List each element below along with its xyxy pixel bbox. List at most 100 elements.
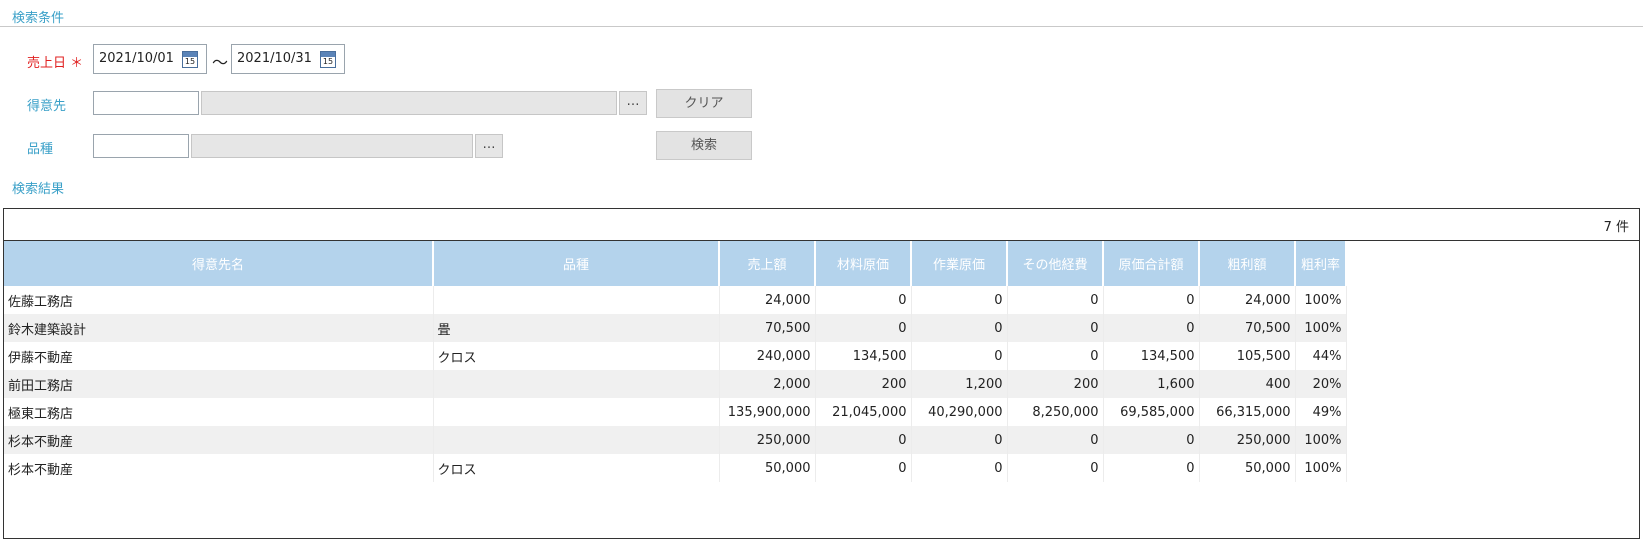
table-row[interactable]: 極東工務店 135,900,000 21,045,000 40,290,000 8,25… [4, 398, 1347, 426]
table-cell: 0 [815, 454, 912, 482]
calendar-icon-day: 15 [184, 57, 196, 66]
calendar-icon[interactable]: 15 [320, 51, 336, 68]
results-table: 得意先名 品種 売上額 材料原価 作業原価 その他経費 原価合計額 粗利額 粗利率 佐藤工務店 2… [4, 241, 1347, 482]
column-header[interactable]: 材料原価 [815, 241, 912, 286]
table-cell: 24,000 [1199, 286, 1296, 314]
table-cell: 0 [911, 342, 1008, 370]
table-cell: 135,900,000 [719, 398, 816, 426]
table-cell: 100% [1295, 314, 1347, 342]
table-cell: 2,000 [719, 370, 816, 398]
clear-button[interactable]: クリア [656, 89, 752, 118]
table-cell: 100% [1295, 286, 1347, 314]
table-cell: 70,500 [719, 314, 816, 342]
table-cell: 100% [1295, 454, 1347, 482]
table-cell: 畳 [433, 314, 720, 342]
sales-date-label-text: 売上日 [27, 56, 67, 71]
table-cell: 105,500 [1199, 342, 1296, 370]
table-cell: 200 [1007, 370, 1104, 398]
table-cell: 0 [815, 286, 912, 314]
table-cell: 134,500 [815, 342, 912, 370]
table-cell: 50,000 [1199, 454, 1296, 482]
table-cell: 伊藤不動産 [4, 342, 434, 370]
product-lookup-button[interactable]: … [475, 134, 503, 158]
calendar-icon[interactable]: 15 [182, 51, 198, 68]
table-cell: 0 [1103, 454, 1200, 482]
table-cell: 20% [1295, 370, 1347, 398]
date-range-separator: ～ [212, 53, 229, 72]
table-cell: 400 [1199, 370, 1296, 398]
search-results-title: 検索結果 [12, 182, 65, 197]
section-divider [0, 26, 1643, 27]
table-cell: 0 [1007, 426, 1104, 454]
column-header[interactable]: 品種 [433, 241, 720, 286]
column-header[interactable]: 粗利額 [1199, 241, 1296, 286]
table-cell: 200 [815, 370, 912, 398]
table-cell: 1,200 [911, 370, 1008, 398]
table-cell: 0 [911, 426, 1008, 454]
customer-lookup-button[interactable]: … [619, 91, 647, 115]
table-cell: クロス [433, 454, 720, 482]
table-body: 佐藤工務店 24,000 0 0 0 0 24,000 100% 鈴木建築設計畳 70,500 0 0… [4, 286, 1347, 482]
table-row[interactable]: 杉本不動産 250,000 0 0 0 0 250,000 100% [4, 426, 1347, 454]
results-panel: 7 件 得意先名 品種 売上額 材料原価 作業原価 その他経費 原価合計額 粗利額 粗利率 佐藤… [3, 208, 1640, 539]
result-count-value: 7 [1603, 220, 1612, 235]
table-cell: 0 [1007, 342, 1104, 370]
customer-name-field [201, 91, 617, 115]
result-count: 7 件 [1604, 216, 1629, 235]
product-code-input[interactable] [93, 134, 189, 158]
column-header[interactable]: 売上額 [719, 241, 816, 286]
table-cell: クロス [433, 342, 720, 370]
table-cell: 0 [1103, 426, 1200, 454]
table-cell: 1,600 [1103, 370, 1200, 398]
table-cell: 250,000 [1199, 426, 1296, 454]
column-header[interactable]: 原価合計額 [1103, 241, 1200, 286]
table-row[interactable]: 鈴木建築設計畳 70,500 0 0 0 0 70,500 100% [4, 314, 1347, 342]
required-mark: ＊ [70, 56, 84, 71]
table-cell [433, 286, 720, 314]
customer-code-input[interactable] [93, 91, 199, 115]
table-cell: 21,045,000 [815, 398, 912, 426]
table-cell: 0 [911, 454, 1008, 482]
table-cell: 66,315,000 [1199, 398, 1296, 426]
table-cell: 0 [1007, 454, 1104, 482]
table-cell: 70,500 [1199, 314, 1296, 342]
table-cell: 0 [911, 286, 1008, 314]
sales-date-to-input[interactable]: 2021/10/31 15 [231, 44, 345, 74]
table-cell: 250,000 [719, 426, 816, 454]
table-cell: 0 [1007, 286, 1104, 314]
table-header-row: 得意先名 品種 売上額 材料原価 作業原価 その他経費 原価合計額 粗利額 粗利率 [4, 241, 1347, 286]
customer-label: 得意先 [27, 99, 67, 114]
table-cell: 8,250,000 [1007, 398, 1104, 426]
table-cell: 0 [815, 314, 912, 342]
table-row[interactable]: 伊藤不動産 クロス 240,000 134,500 0 0 134,500 105,500 44… [4, 342, 1347, 370]
table-cell [433, 426, 720, 454]
calendar-icon-day: 15 [322, 57, 334, 66]
search-button[interactable]: 検索 [656, 131, 752, 160]
table-cell [433, 398, 720, 426]
column-header[interactable]: その他経費 [1007, 241, 1104, 286]
sales-date-from-input[interactable]: 2021/10/01 15 [93, 44, 207, 74]
table-row[interactable]: 前田工務店 2,000 200 1,200 200 1,600 400 20% [4, 370, 1347, 398]
sales-date-to-value: 2021/10/31 [237, 51, 312, 66]
table-cell: 0 [911, 314, 1008, 342]
table-cell: 44% [1295, 342, 1347, 370]
table-cell: 前田工務店 [4, 370, 434, 398]
table-cell: 佐藤工務店 [4, 286, 434, 314]
table-cell: 134,500 [1103, 342, 1200, 370]
column-header[interactable]: 作業原価 [911, 241, 1008, 286]
table-row[interactable]: 佐藤工務店 24,000 0 0 0 0 24,000 100% [4, 286, 1347, 314]
column-header[interactable]: 粗利率 [1295, 241, 1347, 286]
table-row[interactable]: 杉本不動産 クロス 50,000 0 0 0 0 50,000 100% [4, 454, 1347, 482]
table-cell: 極東工務店 [4, 398, 434, 426]
search-conditions-title: 検索条件 [12, 11, 65, 26]
sales-date-label: 売上日 ＊ [27, 52, 83, 71]
table-cell [433, 370, 720, 398]
column-header[interactable]: 得意先名 [4, 241, 434, 286]
table-cell: 49% [1295, 398, 1347, 426]
table-cell: 杉本不動産 [4, 454, 434, 482]
table-cell: 40,290,000 [911, 398, 1008, 426]
product-label: 品種 [27, 142, 54, 157]
sales-date-from-value: 2021/10/01 [99, 51, 174, 66]
product-name-field [191, 134, 473, 158]
table-cell: 0 [1103, 286, 1200, 314]
